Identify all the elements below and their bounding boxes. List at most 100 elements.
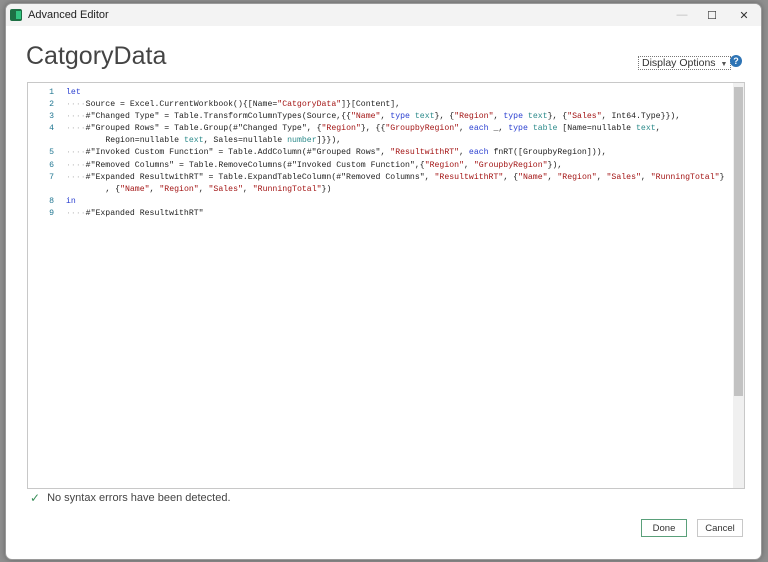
code-token: })	[321, 184, 332, 194]
chevron-down-icon: ▼	[720, 61, 728, 68]
code-token: Source = Excel.CurrentWorkbook(){[Name=	[85, 100, 278, 110]
check-icon: ✓	[30, 491, 41, 505]
line-number	[28, 135, 66, 147]
code-line[interactable]: 4 ····#"Grouped Rows" = Table.Group(#"Cha…	[28, 123, 724, 135]
string-token: "Sales"	[606, 172, 641, 182]
scrollbar-thumb[interactable]	[734, 87, 743, 396]
code-token: ,	[380, 112, 391, 122]
type-token: text	[183, 136, 204, 146]
line-text: ····#"Invoked Custom Function" = Table.A…	[66, 147, 606, 159]
excel-app-icon	[10, 9, 22, 21]
string-token: "Region"	[557, 172, 597, 182]
maximize-button[interactable]: ☐	[696, 4, 728, 26]
code-token: }),	[547, 160, 563, 170]
line-text: ····#"Removed Columns" = Table.RemoveCol…	[66, 160, 562, 172]
code-token: Region=nullable	[105, 136, 184, 146]
keyword-token: in	[66, 196, 76, 206]
code-lines[interactable]: 1 let 2 ····Source = Excel.CurrentWorkbook(…	[28, 87, 724, 220]
code-token: #"Removed Columns" = Table.RemoveColumns…	[85, 160, 425, 170]
line-number: 7	[49, 172, 54, 182]
code-token: , {	[503, 172, 519, 182]
line-number: 1	[49, 88, 54, 97]
display-options-label: Display Options	[642, 57, 716, 69]
keyword-token: type	[503, 112, 523, 122]
code-token: }, {{	[360, 124, 386, 134]
string-token: "Region"	[159, 184, 199, 194]
code-line[interactable]: , {"Name", "Region", "Sales", "RunningTo…	[28, 184, 724, 196]
line-text: Region=nullable text, Sales=nullable num…	[66, 135, 341, 147]
string-token: "RunningTotal"	[252, 184, 322, 194]
code-token: , Int64.Type}}),	[601, 112, 681, 122]
string-token: "Sales"	[208, 184, 243, 194]
whitespace-marker: ····	[66, 100, 86, 110]
code-token: fnRT([GroupbyRegion])),	[488, 148, 607, 158]
line-number: 5	[49, 148, 54, 158]
string-token: "Name"	[120, 184, 150, 194]
display-options-dropdown[interactable]: Display Options ▼	[638, 56, 732, 70]
code-token: ,	[596, 172, 607, 182]
code-line[interactable]: 9 ····#"Expanded ResultwithRT"	[28, 208, 724, 220]
string-token: "Region"	[454, 112, 494, 122]
done-button[interactable]: Done	[641, 519, 687, 537]
string-token: "RunningTotal"	[650, 172, 720, 182]
keyword-token: each	[468, 124, 489, 134]
cancel-button[interactable]: Cancel	[697, 519, 743, 537]
code-line[interactable]: 5 ····#"Invoked Custom Function" = Table.…	[28, 147, 724, 159]
line-text: ····#"Changed Type" = Table.TransformCol…	[66, 111, 680, 123]
code-line[interactable]: 6 ····#"Removed Columns" = Table.RemoveCo…	[28, 160, 724, 172]
line-number: 9	[49, 208, 54, 218]
whitespace-marker: ····	[66, 124, 86, 134]
string-token: "GroupbyRegion"	[473, 160, 548, 170]
vertical-scrollbar[interactable]	[733, 83, 744, 488]
code-token: ,	[198, 184, 209, 194]
string-token: "Region"	[321, 124, 361, 134]
code-line[interactable]: 1 let	[28, 87, 724, 99]
code-token: ,	[242, 184, 253, 194]
code-token: ,	[149, 184, 160, 194]
line-number: 4	[49, 124, 54, 134]
line-number: 3	[49, 112, 54, 122]
code-editor[interactable]: 1 let 2 ····Source = Excel.CurrentWorkbook(…	[27, 82, 745, 489]
code-token: ,	[640, 172, 651, 182]
code-token: }, {	[434, 112, 455, 122]
code-line[interactable]: 7 ····#"Expanded ResultwithRT" = Table.Ex…	[28, 172, 724, 184]
type-token: number	[287, 136, 317, 146]
string-token: "Sales"	[567, 112, 602, 122]
code-token: ,	[464, 160, 474, 170]
code-line[interactable]: 3 ····#"Changed Type" = Table.TransformCo…	[28, 111, 724, 123]
whitespace-marker: ····	[66, 148, 86, 158]
line-number: 8	[49, 196, 54, 206]
code-token: #"Changed Type" = Table.TransformColumnT…	[85, 112, 351, 122]
code-token: #"Invoked Custom Function" = Table.AddCo…	[85, 148, 391, 158]
type-token: table	[532, 124, 558, 134]
keyword-token: type	[390, 112, 410, 122]
code-token: , {	[105, 184, 121, 194]
string-token: "Region"	[424, 160, 464, 170]
code-token: _,	[488, 124, 509, 134]
string-token: "ResultwithRT"	[390, 148, 460, 158]
code-token: ]}[Content],	[341, 100, 401, 110]
string-token: "ResultwithRT"	[434, 172, 504, 182]
line-text: ····#"Grouped Rows" = Table.Group(#"Chan…	[66, 123, 661, 135]
code-token: ]}}),	[316, 136, 342, 146]
code-token: }, {	[547, 112, 568, 122]
code-line[interactable]: 8 in	[28, 196, 724, 208]
code-token: ,	[655, 124, 661, 134]
help-icon[interactable]: ?	[730, 55, 742, 67]
code-token: [Name=nullable	[557, 124, 637, 134]
line-text: , {"Name", "Region", "Sales", "RunningTo…	[66, 184, 331, 196]
code-token: ,	[493, 112, 504, 122]
minimize-button[interactable]: —	[666, 4, 698, 26]
code-line[interactable]: 2 ····Source = Excel.CurrentWorkbook(){[N…	[28, 99, 724, 111]
code-token: , Sales=nullable	[203, 136, 288, 146]
code-line[interactable]: Region=nullable text, Sales=nullable num…	[28, 135, 724, 147]
keyword-token: each	[468, 148, 489, 158]
whitespace-marker: ····	[66, 112, 86, 122]
line-text: ····#"Expanded ResultwithRT"	[66, 208, 204, 220]
close-button[interactable]: ✕	[728, 4, 760, 26]
syntax-status: ✓ No syntax errors have been detected.	[30, 491, 231, 505]
line-number	[28, 184, 66, 196]
whitespace-marker: ····	[66, 160, 86, 170]
string-token: "Name"	[518, 172, 548, 182]
whitespace-marker: ····	[66, 208, 86, 218]
